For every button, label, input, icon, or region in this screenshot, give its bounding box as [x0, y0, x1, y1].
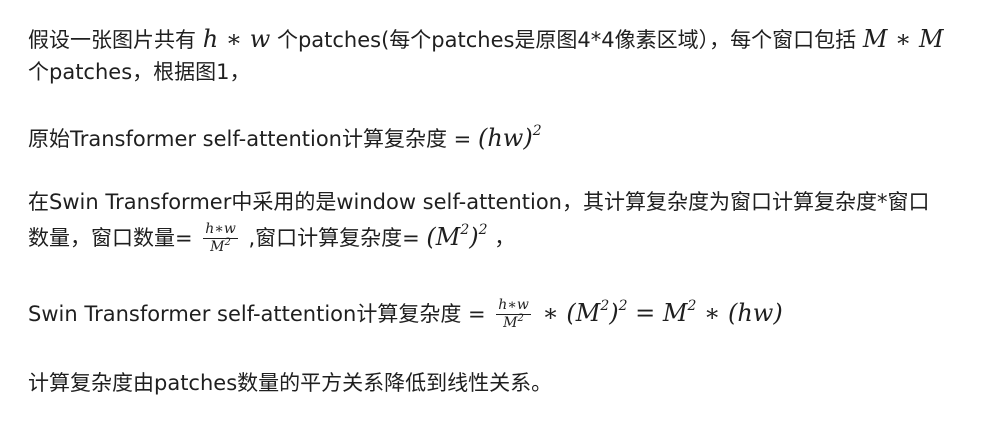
paragraph-3-line-2: 数量，窗口数量= h∗w M2 ,窗口计算复杂度= (M2)2 ， [28, 221, 516, 256]
paragraph-2: 原始Transformer self-attention计算复杂度 = (hw)… [28, 123, 542, 152]
paragraph-4-prefix: Swin Transformer self-attention计算复杂度 = [28, 301, 493, 326]
paragraph-3-middle: ,窗口计算复杂度= [241, 225, 427, 250]
math-hw-squared: (hw)2 [477, 123, 542, 152]
paragraph-3-prefix: 数量，窗口数量= [28, 225, 200, 250]
fraction-denominator: M2 [503, 313, 524, 332]
paragraph-3-suffix: ， [487, 225, 516, 250]
paragraph-1-line-2: 个patches，根据图1， [28, 60, 251, 84]
fraction-denominator: M2 [210, 237, 231, 256]
fraction-numerator: h∗w [496, 297, 531, 316]
paragraph-2-text: 原始Transformer self-attention计算复杂度 = [28, 127, 478, 151]
math-total-complexity: ∗ (M2)2 = M2 ∗ (hw) [534, 297, 783, 327]
paragraph-1-middle: 个patches(每个patches是原图4*4像素区域），每个窗口包括 [270, 28, 863, 52]
paragraph-1-prefix: 假设一张图片共有 [28, 28, 203, 52]
math-window-complexity: (M2)2 [426, 221, 488, 251]
paragraph-3-line-1: 在Swin Transformer中采用的是window self-attent… [28, 190, 930, 214]
paragraph-4: Swin Transformer self-attention计算复杂度 = h… [28, 297, 783, 332]
fraction-window-count: h∗w M2 [496, 297, 531, 332]
math-m-times-m: M ∗ M [862, 25, 944, 53]
paragraph-5: 计算复杂度由patches数量的平方关系降低到线性关系。 [28, 371, 553, 395]
paragraph-1-line-1: 假设一张图片共有 h ∗ w 个patches(每个patches是原图4*4像… [28, 27, 944, 51]
fraction-window-count: h∗w M2 [203, 221, 238, 256]
fraction-numerator: h∗w [203, 221, 238, 240]
math-h-times-w: h ∗ w [202, 25, 271, 53]
